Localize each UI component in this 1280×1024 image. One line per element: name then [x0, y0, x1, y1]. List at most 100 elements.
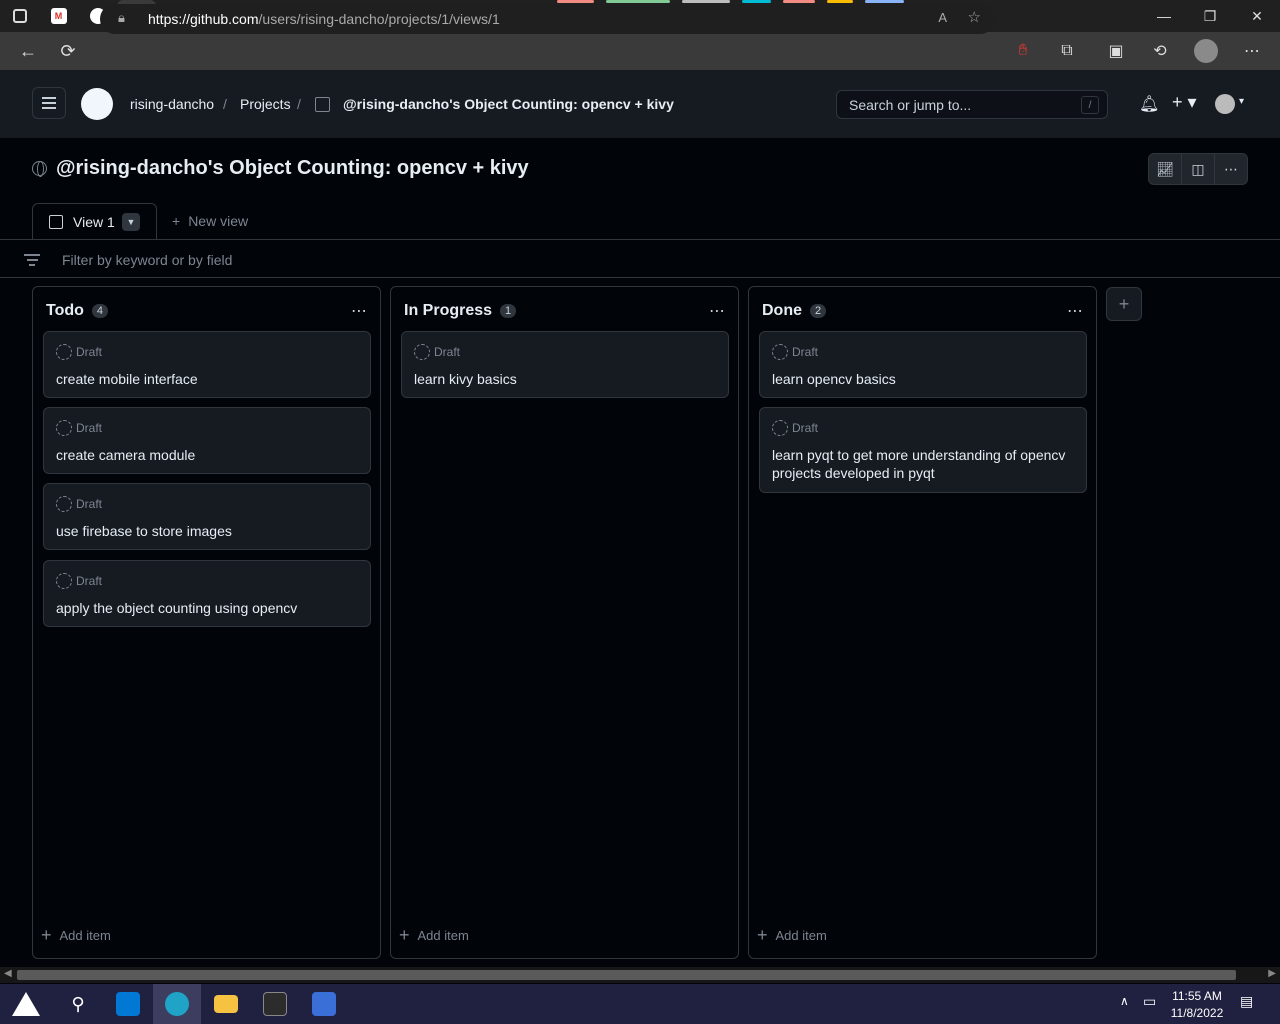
notification-center-icon[interactable]: ▤	[1240, 993, 1253, 1010]
new-view-label: New view	[188, 213, 249, 229]
draft-card[interactable]: Draft learn kivy basics	[401, 331, 729, 398]
breadcrumb-user[interactable]: rising-dancho	[130, 96, 214, 112]
filter-bar[interactable]: Filter by keyword or by field	[0, 240, 1280, 278]
add-column-button[interactable]: +	[1106, 287, 1142, 321]
draft-card[interactable]: Draft create mobile interface	[43, 331, 371, 398]
browser-toolbar: ← ⟳	[0, 32, 1280, 70]
search-input[interactable]: Search or jump to... /	[836, 90, 1108, 119]
card-title[interactable]: create mobile interface	[56, 370, 361, 388]
column-menu-icon[interactable]: ⋯	[1067, 301, 1084, 321]
history-icon[interactable]: ⟲	[1140, 32, 1180, 70]
clock-time: 11:55 AM	[1172, 989, 1222, 1003]
menu-hamburger-button[interactable]	[32, 87, 66, 119]
favorite-star-icon[interactable]: ☆	[968, 8, 981, 26]
add-item-label: Add item	[775, 928, 827, 943]
browser-menu-icon[interactable]: ⋯	[1232, 32, 1272, 70]
stop-extension-icon[interactable]: ✋︎	[1003, 32, 1043, 70]
column-count-badge: 4	[91, 304, 109, 318]
insights-chart-icon[interactable]: 📈︎	[1149, 154, 1182, 184]
card-status: Draft	[56, 344, 102, 360]
address-bar[interactable]: 🔒︎ https://github.com/users/rising-danch…	[100, 4, 995, 34]
new-view-button[interactable]: + New view	[172, 213, 248, 229]
app-icon	[312, 992, 336, 1016]
public-globe-icon	[32, 161, 47, 177]
horizontal-scrollbar[interactable]: ◀ ▶	[0, 967, 1280, 983]
vscode-taskbar-button[interactable]	[104, 984, 152, 1024]
side-panel-icon[interactable]: ◫	[1182, 154, 1215, 184]
draft-circle-icon	[56, 573, 72, 589]
read-aloud-icon[interactable]: A	[938, 10, 947, 25]
back-button[interactable]: ←	[8, 35, 48, 67]
card-title[interactable]: create camera module	[56, 446, 361, 464]
user-avatar[interactable]	[1215, 94, 1235, 114]
view-options-dropdown[interactable]: ▼	[122, 213, 140, 231]
minimize-button[interactable]: —	[1141, 0, 1187, 32]
scroll-left-arrow[interactable]: ◀	[4, 968, 12, 979]
card-title[interactable]: learn kivy basics	[414, 370, 719, 388]
project-controls: 📈︎ ◫ ⋯	[1148, 153, 1248, 185]
github-logo-icon[interactable]	[81, 88, 113, 120]
create-new-button[interactable]: + ▾	[1172, 92, 1197, 113]
draft-card[interactable]: Draft use firebase to store images	[43, 483, 371, 550]
refresh-button[interactable]: ⟳	[48, 35, 88, 67]
folder-icon	[214, 995, 238, 1013]
add-item-button[interactable]: + Add item	[41, 925, 111, 946]
card-title[interactable]: apply the object counting using opencv	[56, 599, 361, 617]
board-column: In Progress 1 ⋯ + Add item Draft learn kivy ba…	[390, 286, 739, 959]
explorer-taskbar-button[interactable]	[202, 984, 250, 1024]
add-item-button[interactable]: + Add item	[399, 925, 469, 946]
project-title: @rising-dancho's Object Counting: opencv…	[56, 157, 529, 179]
close-window-button[interactable]: ✕	[1234, 0, 1280, 32]
filter-input[interactable]: Filter by keyword or by field	[62, 252, 232, 268]
app-taskbar-button[interactable]	[300, 984, 348, 1024]
tab-actions-icon[interactable]	[0, 0, 39, 32]
edge-taskbar-button[interactable]	[153, 984, 201, 1024]
card-status: Draft	[56, 573, 102, 589]
terminal-taskbar-button[interactable]	[251, 984, 299, 1024]
taskbar-clock[interactable]: 11:55 AM 11/8/2022	[1162, 988, 1232, 1022]
draft-card[interactable]: Draft apply the object counting using ope…	[43, 560, 371, 627]
project-menu-icon[interactable]: ⋯	[1215, 154, 1247, 184]
card-status-label: Draft	[434, 345, 461, 359]
add-item-label: Add item	[59, 928, 111, 943]
card-status-label: Draft	[76, 574, 103, 588]
collections-icon[interactable]: ▣	[1096, 32, 1136, 70]
avatar-dropdown-icon[interactable]: ▾	[1239, 96, 1244, 107]
card-status: Draft	[56, 420, 102, 436]
breadcrumb-projects[interactable]: Projects	[240, 96, 291, 112]
card-status-label: Draft	[792, 345, 819, 359]
column-count-badge: 2	[810, 304, 827, 318]
tab-gmail[interactable]: M	[39, 0, 78, 32]
profile-avatar[interactable]	[1186, 32, 1226, 70]
draft-circle-icon	[56, 496, 72, 512]
start-button[interactable]	[2, 984, 50, 1024]
add-item-button[interactable]: + Add item	[757, 925, 827, 946]
card-title[interactable]: use firebase to store images	[56, 522, 361, 540]
edge-icon	[165, 992, 189, 1016]
draft-circle-icon	[772, 344, 788, 360]
search-shortcut-key: /	[1081, 96, 1099, 114]
network-icon[interactable]: ▭	[1143, 993, 1156, 1010]
search-button[interactable]: ⚲	[54, 984, 102, 1024]
draft-card[interactable]: Draft learn opencv basics	[759, 331, 1087, 398]
scrollbar-thumb[interactable]	[17, 970, 1236, 980]
restore-button[interactable]: ❐	[1187, 0, 1233, 32]
draft-circle-icon	[772, 420, 788, 436]
notifications-bell-icon[interactable]: 🔔︎	[1139, 94, 1159, 114]
tab-view-1[interactable]: View 1 ▼	[32, 203, 157, 240]
draft-card[interactable]: Draft learn pyqt to get more understandin…	[759, 407, 1087, 493]
breadcrumb-project[interactable]: @rising-dancho's Object Counting: opencv…	[343, 96, 674, 112]
column-menu-icon[interactable]: ⋯	[351, 301, 368, 321]
draft-card[interactable]: Draft create camera module	[43, 407, 371, 474]
tab-label: View 1	[73, 214, 115, 230]
card-status-label: Draft	[76, 345, 103, 359]
card-title[interactable]: learn pyqt to get more understanding of …	[772, 446, 1077, 482]
card-title[interactable]: learn opencv basics	[772, 370, 1077, 388]
scroll-right-arrow[interactable]: ▶	[1268, 968, 1276, 979]
tray-chevron-icon[interactable]: ∧	[1120, 994, 1129, 1008]
column-menu-icon[interactable]: ⋯	[709, 301, 726, 321]
breadcrumb-separator: /	[297, 96, 301, 112]
extensions-icon[interactable]: ⧉	[1047, 32, 1087, 70]
filter-icon	[24, 254, 40, 266]
vscode-icon	[116, 992, 140, 1016]
